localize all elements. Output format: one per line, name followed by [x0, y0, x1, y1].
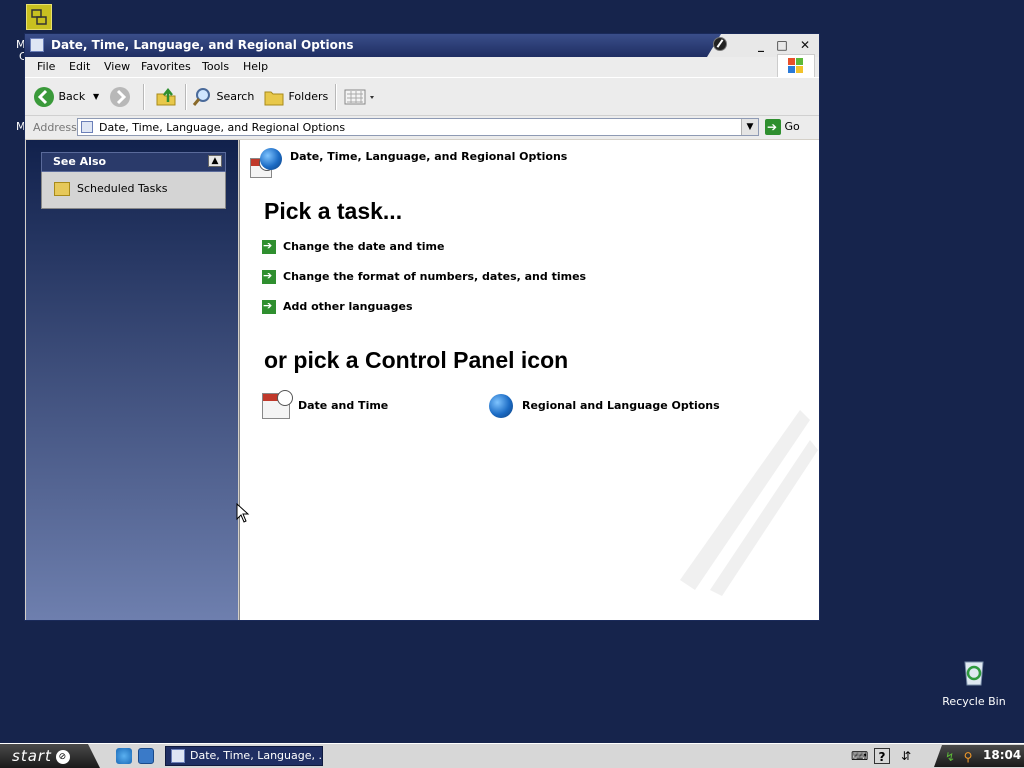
maximize-button[interactable]: □ — [773, 37, 791, 53]
back-arrow-icon — [34, 87, 54, 107]
close-button[interactable]: ✕ — [796, 37, 814, 53]
back-label: Back — [58, 90, 86, 103]
keyboard-icon[interactable]: ⌨ — [851, 748, 868, 764]
start-orb-icon: ⊘ — [55, 749, 70, 764]
recycle-bin-label: Recycle Bin — [942, 695, 1006, 708]
window-pin-icon[interactable] — [713, 37, 727, 51]
menu-file[interactable]: File — [37, 60, 55, 73]
menu-favorites[interactable]: Favorites — [141, 60, 191, 73]
taskbar-window-label: Date, Time, Language, ... — [190, 749, 323, 762]
green-arrow-icon — [262, 268, 276, 284]
see-also-panel: See Also ▲ Scheduled Tasks — [41, 152, 226, 209]
folders-label: Folders — [288, 90, 329, 103]
forward-arrow-icon — [110, 87, 130, 107]
task-label: Change the format of numbers, dates, and… — [283, 270, 587, 283]
network-icon — [31, 9, 47, 25]
collapse-chevron-icon[interactable]: ▲ — [208, 155, 222, 167]
category-icon — [250, 148, 282, 180]
search-tray-icon[interactable]: ⚲ — [960, 749, 976, 765]
start-button[interactable]: start ⊘ — [0, 744, 100, 768]
see-also-body: Scheduled Tasks — [41, 172, 226, 209]
green-arrow-icon — [262, 298, 276, 314]
title-bar[interactable]: Date, Time, Language, and Regional Optio… — [25, 34, 819, 57]
up-folder-button[interactable] — [155, 86, 177, 108]
views-grid-icon — [344, 89, 374, 105]
toolbar-separator — [143, 84, 145, 110]
clock[interactable]: 18:04 — [983, 748, 1021, 762]
go-button[interactable]: Go — [765, 118, 800, 136]
pick-icon-heading: or pick a Control Panel icon — [264, 347, 569, 373]
back-dropdown-arrow-icon[interactable]: ▼ — [93, 86, 99, 108]
address-label: Address — [33, 121, 77, 134]
desktop-icon-top[interactable] — [26, 4, 52, 30]
search-button[interactable]: Search — [191, 86, 254, 108]
back-button[interactable]: Back — [33, 86, 85, 108]
cp-icon-label: Date and Time — [298, 399, 389, 412]
task-label: Change the date and time — [283, 240, 445, 253]
quick-launch-icon[interactable] — [138, 748, 154, 764]
menu-edit[interactable]: Edit — [69, 60, 90, 73]
search-icon — [192, 88, 210, 106]
windows-logo — [777, 54, 815, 78]
folders-button[interactable]: Folders — [263, 86, 328, 108]
recycle-bin[interactable]: Recycle Bin — [940, 656, 1008, 708]
pick-task-heading: Pick a task... — [264, 198, 403, 224]
forward-button[interactable] — [109, 86, 131, 108]
task-link-change-date-time[interactable]: Change the date and time — [262, 238, 445, 255]
menu-tools[interactable]: Tools — [202, 60, 229, 73]
category-title: Date, Time, Language, and Regional Optio… — [290, 150, 568, 163]
address-value: Date, Time, Language, and Regional Optio… — [99, 121, 346, 134]
help-icon[interactable]: ? — [874, 748, 890, 764]
taskbar: start ⊘ Date, Time, Language, ... ⌨ ? ⇵ ↯… — [0, 743, 1024, 768]
go-label: Go — [784, 120, 800, 133]
globe-icon — [489, 394, 513, 418]
views-button[interactable] — [343, 86, 377, 108]
see-also-title: See Also — [53, 155, 107, 168]
see-also-header[interactable]: See Also ▲ — [41, 152, 226, 172]
go-arrow-icon — [765, 118, 781, 136]
network-tray-icon[interactable]: ⇵ — [898, 748, 914, 764]
mouse-cursor-icon — [236, 503, 250, 523]
content-area: Date, Time, Language, and Regional Optio… — [239, 140, 819, 620]
up-folder-icon — [156, 87, 176, 106]
toolbar-separator — [185, 84, 187, 110]
taskbar-window-button[interactable]: Date, Time, Language, ... — [165, 746, 323, 766]
recycle-bin-icon — [964, 661, 984, 686]
calendar-clock-icon — [262, 390, 293, 419]
start-label: start — [12, 747, 52, 765]
cp-icon-date-and-time[interactable]: Date and Time — [262, 390, 388, 422]
control-panel-icon — [81, 121, 93, 133]
task-link-change-format[interactable]: Change the format of numbers, dates, and… — [262, 268, 587, 285]
task-pane: See Also ▲ Scheduled Tasks — [26, 140, 238, 620]
address-input[interactable]: Date, Time, Language, and Regional Optio… — [77, 118, 759, 136]
search-label: Search — [216, 90, 255, 103]
scheduled-tasks-link[interactable]: Scheduled Tasks — [77, 182, 168, 195]
menu-help[interactable]: Help — [243, 60, 268, 73]
security-tray-icon[interactable]: ↯ — [942, 749, 958, 765]
folders-icon — [264, 91, 284, 106]
menu-view[interactable]: View — [104, 60, 130, 73]
task-link-add-languages[interactable]: Add other languages — [262, 298, 413, 315]
watermark-graphic — [680, 410, 818, 596]
globe-icon — [260, 148, 282, 170]
address-bar: Address Date, Time, Language, and Region… — [25, 115, 819, 139]
window-title: Date, Time, Language, and Regional Optio… — [51, 38, 354, 52]
standard-toolbar: Back ▼ Search Folders — [25, 77, 819, 115]
scheduled-tasks-icon — [54, 182, 70, 196]
control-panel-icon — [171, 749, 185, 763]
menu-bar: File Edit View Favorites Tools Help — [25, 57, 819, 77]
task-label: Add other languages — [283, 300, 413, 313]
internet-explorer-icon[interactable] — [116, 748, 132, 764]
address-dropdown-arrow-icon[interactable]: ▼ — [741, 119, 758, 135]
toolbar-separator — [335, 84, 337, 110]
explorer-window: Date, Time, Language, and Regional Optio… — [24, 33, 820, 621]
windows-flag-icon — [788, 58, 803, 73]
green-arrow-icon — [262, 238, 276, 254]
minimize-button[interactable]: _ — [752, 37, 770, 53]
control-panel-icon — [30, 38, 44, 52]
